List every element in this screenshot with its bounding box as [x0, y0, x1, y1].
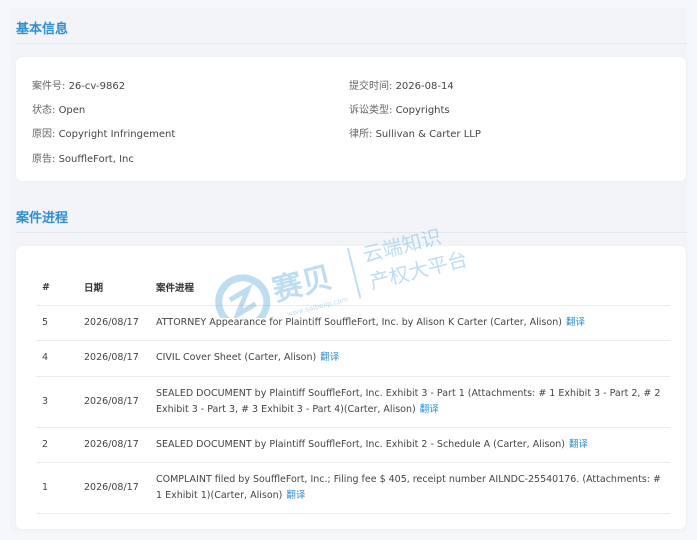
plaintiff-value: SouffleFort, Inc: [58, 154, 134, 165]
table-row: 1 2026/08/17 COMPLAINT filed by SouffleF…: [36, 462, 670, 514]
suit-type-value: Copyrights: [395, 105, 450, 116]
filed-date-label: 提交时间:: [349, 81, 393, 92]
row-number: 5: [36, 305, 78, 341]
row-event-text: COMPLAINT filed by SouffleFort, Inc.; Fi…: [156, 473, 661, 501]
column-header-number: #: [36, 270, 78, 306]
basic-info-card: 案件号: 26-cv-9862 提交时间: 2026-08-14 状态: Ope…: [16, 57, 686, 181]
status-value: Open: [58, 105, 86, 116]
row-event: COMPLAINT filed by SouffleFort, Inc.; Fi…: [150, 462, 670, 514]
table-header-row: # 日期 案件进程: [36, 270, 670, 306]
row-event-text: CIVIL Cover Sheet (Carter, Alison): [156, 352, 317, 363]
case-number-value: 26-cv-9862: [68, 81, 126, 92]
row-number: 2: [36, 427, 78, 463]
translate-link[interactable]: 翻译: [569, 439, 588, 450]
suit-type-field: 诉讼类型: Copyrights: [349, 101, 450, 116]
law-firm-field: 律所: Sullivan & Carter LLP: [349, 125, 481, 140]
row-number: 3: [36, 376, 78, 428]
status-label: 状态:: [32, 105, 56, 116]
row-date: 2026/08/17: [78, 376, 150, 428]
row-event: CIVIL Cover Sheet (Carter, Alison) 翻译: [150, 340, 670, 377]
law-firm-value: Sullivan & Carter LLP: [375, 129, 481, 140]
column-header-event: 案件进程: [150, 270, 670, 306]
case-number-field: 案件号: 26-cv-9862: [32, 77, 125, 92]
row-event: ATTORNEY Appearance for Plaintiff Souffl…: [150, 305, 670, 341]
filed-date-field: 提交时间: 2026-08-14: [349, 77, 454, 92]
translate-link[interactable]: 翻译: [320, 352, 339, 363]
plaintiff-label: 原告:: [32, 154, 56, 165]
table-row: 4 2026/08/17 CIVIL Cover Sheet (Carter, …: [36, 340, 670, 377]
row-date: 2026/08/17: [78, 305, 150, 341]
case-detail-page: 基本信息 案件号: 26-cv-9862 提交时间: 2026-08-14 状态…: [10, 8, 687, 532]
row-event-text: ATTORNEY Appearance for Plaintiff Souffl…: [156, 316, 562, 328]
table-row: 5 2026/08/17 ATTORNEY Appearance for Pla…: [36, 305, 670, 341]
row-event-text: SEALED DOCUMENT by Plaintiff SouffleFort…: [156, 438, 565, 450]
law-firm-label: 律所:: [349, 129, 373, 140]
row-number: 4: [36, 340, 78, 377]
translate-link[interactable]: 翻译: [420, 404, 439, 415]
row-event-text: SEALED DOCUMENT by Plaintiff SouffleFort…: [156, 387, 661, 415]
row-date: 2026/08/17: [78, 340, 150, 377]
case-number-label: 案件号:: [32, 81, 66, 92]
table-row: 2 2026/08/17 SEALED DOCUMENT by Plaintif…: [36, 427, 670, 463]
plaintiff-field: 原告: SouffleFort, Inc: [32, 150, 134, 165]
section-divider: [16, 232, 687, 233]
status-field: 状态: Open: [32, 101, 85, 116]
row-event: SEALED DOCUMENT by Plaintiff SouffleFort…: [150, 427, 670, 463]
row-event: SEALED DOCUMENT by Plaintiff SouffleFort…: [150, 376, 670, 428]
row-number: 1: [36, 462, 78, 514]
row-date: 2026/08/17: [78, 462, 150, 514]
table-row: 3 2026/08/17 SEALED DOCUMENT by Plaintif…: [36, 376, 670, 428]
translate-link[interactable]: 翻译: [566, 317, 585, 328]
cause-value: Copyright Infringement: [58, 129, 176, 140]
basic-info-title: 基本信息: [16, 22, 69, 37]
translate-link[interactable]: 翻译: [286, 490, 305, 501]
suit-type-label: 诉讼类型:: [349, 105, 393, 116]
section-divider: [16, 43, 687, 44]
case-progress-title: 案件进程: [16, 211, 69, 226]
case-progress-card: # 日期 案件进程 5 2026/08/17 ATTORNEY Appearan…: [16, 246, 686, 529]
cause-label: 原因:: [32, 129, 56, 140]
row-date: 2026/08/17: [78, 427, 150, 463]
filed-date-value: 2026-08-14: [395, 81, 454, 92]
case-progress-table: # 日期 案件进程 5 2026/08/17 ATTORNEY Appearan…: [36, 270, 670, 514]
cause-field: 原因: Copyright Infringement: [32, 125, 175, 140]
column-header-date: 日期: [78, 270, 150, 306]
